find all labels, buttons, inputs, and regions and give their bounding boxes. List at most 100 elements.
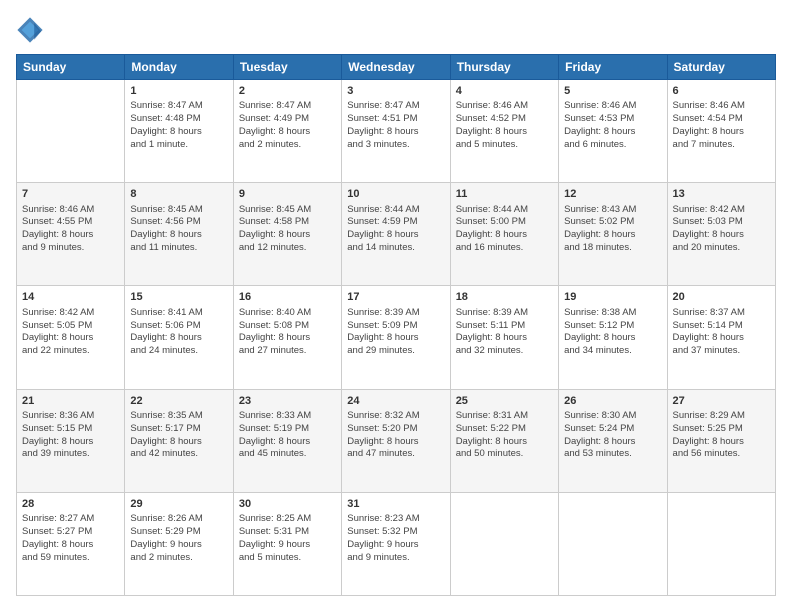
calendar-week-row: 28Sunrise: 8:27 AM Sunset: 5:27 PM Dayli…	[17, 492, 776, 595]
logo	[16, 16, 48, 44]
day-number: 8	[130, 187, 227, 202]
day-info: Sunrise: 8:36 AM Sunset: 5:15 PM Dayligh…	[22, 410, 119, 461]
calendar-cell: 8 Sunrise: 8:45 AM Sunset: 4:56 PM Daylig…	[125, 183, 233, 286]
header-tuesday: Tuesday	[233, 55, 341, 80]
day-number: 22	[130, 394, 227, 409]
day-number: 19	[564, 290, 661, 305]
day-info: Sunrise: 8:44 AM Sunset: 4:59 PM Dayligh…	[347, 204, 444, 255]
day-info: Sunrise: 8:30 AM Sunset: 5:24 PM Dayligh…	[564, 410, 661, 461]
calendar-cell	[667, 492, 775, 595]
day-number: 2	[239, 84, 336, 99]
day-number: 23	[239, 394, 336, 409]
day-info: Sunrise: 8:47 AM Sunset: 4:49 PM Dayligh…	[239, 100, 336, 151]
day-info: Sunrise: 8:41 AM Sunset: 5:06 PM Dayligh…	[130, 307, 227, 358]
calendar-cell: 11 Sunrise: 8:44 AM Sunset: 5:00 PM Dayli…	[450, 183, 558, 286]
day-info: Sunrise: 8:38 AM Sunset: 5:12 PM Dayligh…	[564, 307, 661, 358]
calendar-cell: 20Sunrise: 8:37 AM Sunset: 5:14 PM Dayli…	[667, 286, 775, 389]
calendar-cell: 29Sunrise: 8:26 AM Sunset: 5:29 PM Dayli…	[125, 492, 233, 595]
day-info: Sunrise: 8:23 AM Sunset: 5:32 PM Dayligh…	[347, 513, 444, 564]
calendar-cell: 1Sunrise: 8:47 AM Sunset: 4:48 PM Daylig…	[125, 80, 233, 183]
day-info: Sunrise: 8:39 AM Sunset: 5:09 PM Dayligh…	[347, 307, 444, 358]
calendar-cell: 21Sunrise: 8:36 AM Sunset: 5:15 PM Dayli…	[17, 389, 125, 492]
calendar-cell: 2Sunrise: 8:47 AM Sunset: 4:49 PM Daylig…	[233, 80, 341, 183]
day-info: Sunrise: 8:35 AM Sunset: 5:17 PM Dayligh…	[130, 410, 227, 461]
header-saturday: Saturday	[667, 55, 775, 80]
day-number: 12	[564, 187, 661, 202]
day-number: 1	[130, 84, 227, 99]
day-info: Sunrise: 8:46 AM Sunset: 4:54 PM Dayligh…	[673, 100, 770, 151]
calendar-cell: 27Sunrise: 8:29 AM Sunset: 5:25 PM Dayli…	[667, 389, 775, 492]
header	[16, 16, 776, 44]
calendar-cell: 15 Sunrise: 8:41 AM Sunset: 5:06 PM Dayli…	[125, 286, 233, 389]
calendar-week-row: 21Sunrise: 8:36 AM Sunset: 5:15 PM Dayli…	[17, 389, 776, 492]
day-number: 16	[239, 290, 336, 305]
day-info: Sunrise: 8:46 AM Sunset: 4:53 PM Dayligh…	[564, 100, 661, 151]
day-info: Sunrise: 8:39 AM Sunset: 5:11 PM Dayligh…	[456, 307, 553, 358]
day-info: Sunrise: 8:31 AM Sunset: 5:22 PM Dayligh…	[456, 410, 553, 461]
day-info: Sunrise: 8:45 AM Sunset: 4:58 PM Dayligh…	[239, 204, 336, 255]
day-info: Sunrise: 8:25 AM Sunset: 5:31 PM Dayligh…	[239, 513, 336, 564]
calendar-cell: 26Sunrise: 8:30 AM Sunset: 5:24 PM Dayli…	[559, 389, 667, 492]
calendar-cell: 5Sunrise: 8:46 AM Sunset: 4:53 PM Daylig…	[559, 80, 667, 183]
day-info: Sunrise: 8:45 AM Sunset: 4:56 PM Dayligh…	[130, 204, 227, 255]
header-monday: Monday	[125, 55, 233, 80]
day-info: Sunrise: 8:27 AM Sunset: 5:27 PM Dayligh…	[22, 513, 119, 564]
day-info: Sunrise: 8:44 AM Sunset: 5:00 PM Dayligh…	[456, 204, 553, 255]
day-number: 31	[347, 497, 444, 512]
calendar-week-row: 14 Sunrise: 8:42 AM Sunset: 5:05 PM Dayli…	[17, 286, 776, 389]
day-number: 14	[22, 290, 119, 305]
day-number: 9	[239, 187, 336, 202]
day-number: 13	[673, 187, 770, 202]
day-info: Sunrise: 8:47 AM Sunset: 4:48 PM Dayligh…	[130, 100, 227, 151]
page: SundayMondayTuesdayWednesdayThursdayFrid…	[0, 0, 792, 612]
day-number: 26	[564, 394, 661, 409]
calendar-cell: 6Sunrise: 8:46 AM Sunset: 4:54 PM Daylig…	[667, 80, 775, 183]
calendar-cell: 16 Sunrise: 8:40 AM Sunset: 5:08 PM Dayli…	[233, 286, 341, 389]
day-info: Sunrise: 8:26 AM Sunset: 5:29 PM Dayligh…	[130, 513, 227, 564]
header-sunday: Sunday	[17, 55, 125, 80]
logo-icon	[16, 16, 44, 44]
day-number: 4	[456, 84, 553, 99]
calendar-cell	[17, 80, 125, 183]
calendar-cell: 25Sunrise: 8:31 AM Sunset: 5:22 PM Dayli…	[450, 389, 558, 492]
day-info: Sunrise: 8:46 AM Sunset: 4:55 PM Dayligh…	[22, 204, 119, 255]
calendar-week-row: 1Sunrise: 8:47 AM Sunset: 4:48 PM Daylig…	[17, 80, 776, 183]
header-thursday: Thursday	[450, 55, 558, 80]
calendar-cell: 31Sunrise: 8:23 AM Sunset: 5:32 PM Dayli…	[342, 492, 450, 595]
calendar-cell: 4Sunrise: 8:46 AM Sunset: 4:52 PM Daylig…	[450, 80, 558, 183]
day-info: Sunrise: 8:40 AM Sunset: 5:08 PM Dayligh…	[239, 307, 336, 358]
day-info: Sunrise: 8:33 AM Sunset: 5:19 PM Dayligh…	[239, 410, 336, 461]
calendar-cell: 14 Sunrise: 8:42 AM Sunset: 5:05 PM Dayli…	[17, 286, 125, 389]
day-number: 17	[347, 290, 444, 305]
calendar-cell: 9 Sunrise: 8:45 AM Sunset: 4:58 PM Daylig…	[233, 183, 341, 286]
day-number: 20	[673, 290, 770, 305]
calendar-header-row: SundayMondayTuesdayWednesdayThursdayFrid…	[17, 55, 776, 80]
day-number: 6	[673, 84, 770, 99]
calendar-cell: 22Sunrise: 8:35 AM Sunset: 5:17 PM Dayli…	[125, 389, 233, 492]
calendar-week-row: 7Sunrise: 8:46 AM Sunset: 4:55 PM Daylig…	[17, 183, 776, 286]
calendar-cell: 17 Sunrise: 8:39 AM Sunset: 5:09 PM Dayli…	[342, 286, 450, 389]
calendar-cell: 12Sunrise: 8:43 AM Sunset: 5:02 PM Dayli…	[559, 183, 667, 286]
day-info: Sunrise: 8:29 AM Sunset: 5:25 PM Dayligh…	[673, 410, 770, 461]
day-number: 15	[130, 290, 227, 305]
day-number: 30	[239, 497, 336, 512]
day-number: 24	[347, 394, 444, 409]
day-info: Sunrise: 8:42 AM Sunset: 5:03 PM Dayligh…	[673, 204, 770, 255]
day-number: 3	[347, 84, 444, 99]
day-number: 18	[456, 290, 553, 305]
day-number: 11	[456, 187, 553, 202]
day-number: 21	[22, 394, 119, 409]
day-number: 28	[22, 497, 119, 512]
calendar-cell: 3Sunrise: 8:47 AM Sunset: 4:51 PM Daylig…	[342, 80, 450, 183]
calendar-cell: 10Sunrise: 8:44 AM Sunset: 4:59 PM Dayli…	[342, 183, 450, 286]
calendar-cell: 24Sunrise: 8:32 AM Sunset: 5:20 PM Dayli…	[342, 389, 450, 492]
day-info: Sunrise: 8:46 AM Sunset: 4:52 PM Dayligh…	[456, 100, 553, 151]
day-number: 27	[673, 394, 770, 409]
calendar-cell: 30Sunrise: 8:25 AM Sunset: 5:31 PM Dayli…	[233, 492, 341, 595]
day-info: Sunrise: 8:32 AM Sunset: 5:20 PM Dayligh…	[347, 410, 444, 461]
calendar-cell: 18 Sunrise: 8:39 AM Sunset: 5:11 PM Dayli…	[450, 286, 558, 389]
day-info: Sunrise: 8:42 AM Sunset: 5:05 PM Dayligh…	[22, 307, 119, 358]
day-number: 5	[564, 84, 661, 99]
calendar-cell: 19 Sunrise: 8:38 AM Sunset: 5:12 PM Dayli…	[559, 286, 667, 389]
calendar-cell	[450, 492, 558, 595]
